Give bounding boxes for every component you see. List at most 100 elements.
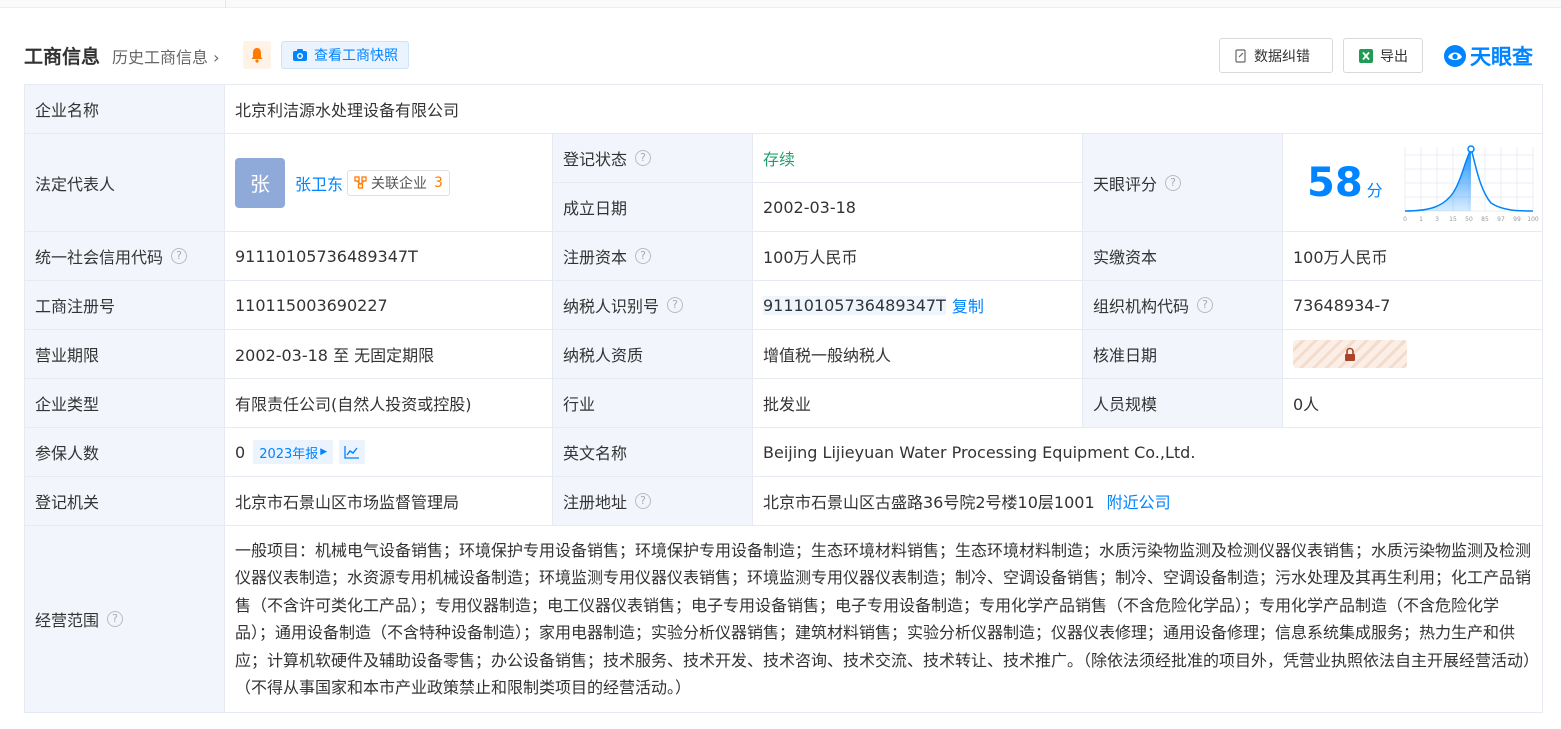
score-axis-tick: 50 — [1465, 216, 1473, 223]
label-english-name: 英文名称 — [553, 428, 753, 477]
business-info-table: 企业名称 北京利洁源水处理设备有限公司 法定代表人 张 张卫东 关联企业 3 登… — [24, 84, 1543, 713]
score-distribution-chart: 0 1 3 15 50 85 97 99 100 — [1403, 144, 1539, 223]
bell-icon[interactable] — [243, 41, 271, 69]
camera-icon — [293, 49, 307, 61]
score-unit: 分 — [1366, 180, 1383, 200]
score-axis-tick: 3 — [1435, 216, 1439, 223]
label-reg-number: 工商注册号 — [25, 281, 225, 330]
value-term: 2002-03-18 至 无固定期限 — [225, 330, 553, 379]
related-companies-badge[interactable]: 关联企业 3 — [347, 169, 450, 196]
label-industry: 行业 — [553, 379, 753, 428]
label-legal-rep: 法定代表人 — [25, 134, 225, 232]
value-english-name: Beijing Lijieyuan Water Processing Equip… — [753, 428, 1543, 477]
snapshot-label: 查看工商快照 — [314, 48, 398, 64]
related-count: 3 — [434, 174, 443, 191]
label-approve-date: 核准日期 — [1083, 330, 1283, 379]
label-org-code: 组织机构代码? — [1083, 281, 1283, 330]
label-company-name: 企业名称 — [25, 85, 225, 134]
related-label: 关联企业 — [371, 175, 428, 192]
data-correction-button[interactable]: 数据纠错 — [1219, 38, 1333, 73]
score-axis-tick: 85 — [1481, 216, 1489, 223]
section-header: 工商信息 历史工商信息 › 查看工商快照 数据纠错 导出 天眼查 — [24, 38, 1544, 74]
label-taxpayer-id: 纳税人识别号? — [553, 281, 753, 330]
value-company-name: 北京利洁源水处理设备有限公司 — [225, 85, 1543, 134]
history-link-label: 历史工商信息 — [112, 48, 209, 67]
export-label: 导出 — [1380, 48, 1408, 65]
legal-rep-name-link[interactable]: 张卫东 — [295, 171, 343, 195]
label-score: 天眼评分? — [1083, 134, 1283, 232]
lock-icon — [1345, 347, 1355, 361]
label-scope: 经营范围? — [25, 526, 225, 713]
network-icon — [354, 176, 367, 189]
reg-status-label: 登记状态 — [563, 150, 628, 169]
value-reg-number: 110115003690227 — [225, 281, 553, 330]
label-reg-address: 注册地址? — [553, 477, 753, 526]
insured-cell: 0 2023年报 ▶ — [225, 428, 553, 477]
score-axis-tick: 99 — [1513, 216, 1521, 223]
score-axis-tick: 100 — [1527, 216, 1539, 223]
value-tax-qual: 增值税一般纳税人 — [753, 330, 1083, 379]
annual-report-button[interactable]: 2023年报 ▶ — [253, 440, 334, 464]
value-industry: 批发业 — [753, 379, 1083, 428]
reg-address-cell: 北京市石景山区古盛路36号院2号楼10层1001 附近公司 — [753, 477, 1543, 526]
copy-button[interactable]: 复制 — [952, 293, 984, 317]
help-icon[interactable]: ? — [667, 297, 684, 313]
value-reg-capital: 100万人民币 — [753, 232, 1083, 281]
section-title: 工商信息 — [24, 46, 101, 68]
label-reg-capital: 注册资本? — [553, 232, 753, 281]
help-icon[interactable]: ? — [635, 493, 652, 509]
value-found-date: 2002-03-18 — [753, 183, 1083, 232]
score-axis-tick: 0 — [1403, 216, 1407, 223]
tianyancha-logo: 天眼查 — [1442, 41, 1533, 71]
help-icon[interactable]: ? — [635, 248, 652, 264]
locked-value[interactable] — [1293, 340, 1407, 368]
logo-text: 天眼查 — [1470, 45, 1533, 69]
label-reg-authority: 登记机关 — [25, 477, 225, 526]
score-cell[interactable]: 58 分 0 1 3 15 50 85 97 99 100 — [1283, 134, 1543, 232]
export-button[interactable]: 导出 — [1343, 38, 1423, 73]
help-icon[interactable]: ? — [107, 611, 124, 627]
label-credit-code: 统一社会信用代码? — [25, 232, 225, 281]
excel-icon — [1359, 48, 1373, 63]
reg-address-label: 注册地址 — [563, 493, 628, 512]
value-paid-capital: 100万人民币 — [1283, 232, 1543, 281]
data-correction-label: 数据纠错 — [1254, 48, 1310, 65]
label-tax-qual: 纳税人资质 — [553, 330, 753, 379]
snapshot-button[interactable]: 查看工商快照 — [281, 41, 409, 69]
help-icon[interactable]: ? — [1165, 174, 1182, 191]
caret-right-icon: ▶ — [320, 447, 328, 457]
value-insured: 0 — [235, 442, 246, 462]
edit-doc-icon — [1235, 48, 1246, 63]
taxpayer-id-cell: 91110105736489347T 复制 — [753, 281, 1083, 330]
approve-date-cell — [1283, 330, 1543, 379]
annual-report-label: 2023年报 — [259, 446, 319, 462]
help-icon[interactable]: ? — [1197, 297, 1214, 313]
value-company-type: 有限责任公司(自然人投资或控股) — [225, 379, 553, 428]
label-term: 营业期限 — [25, 330, 225, 379]
credit-code-label: 统一社会信用代码 — [35, 248, 164, 267]
label-paid-capital: 实缴资本 — [1083, 232, 1283, 281]
value-reg-address: 北京市石景山区古盛路36号院2号楼10层1001 — [763, 493, 1095, 512]
score-axis-tick: 1 — [1419, 216, 1423, 223]
legal-rep-cell: 张 张卫东 关联企业 3 — [225, 134, 553, 232]
value-reg-status: 存续 — [753, 134, 1083, 183]
help-icon[interactable]: ? — [171, 248, 188, 264]
value-staff-size: 0人 — [1283, 379, 1543, 428]
history-link[interactable]: 历史工商信息 › — [112, 44, 220, 68]
top-strip — [0, 0, 1561, 8]
nearby-companies-link[interactable]: 附近公司 — [1107, 489, 1171, 513]
logo-icon — [1444, 45, 1466, 67]
score-axis-tick: 15 — [1449, 216, 1457, 223]
label-found-date: 成立日期 — [553, 183, 753, 232]
score-value: 58 — [1307, 159, 1363, 206]
label-reg-status: 登记状态? — [553, 134, 753, 183]
chevron-right-icon: › — [208, 48, 220, 67]
value-org-code: 73648934-7 — [1283, 281, 1543, 330]
trend-icon — [344, 446, 360, 459]
reg-capital-label: 注册资本 — [563, 248, 628, 267]
value-taxpayer-id: 91110105736489347T — [763, 295, 946, 315]
help-icon[interactable]: ? — [635, 150, 652, 166]
scope-label: 经营范围 — [35, 611, 100, 630]
trend-chart-button[interactable] — [339, 440, 366, 464]
value-reg-authority: 北京市石景山区市场监督管理局 — [225, 477, 553, 526]
